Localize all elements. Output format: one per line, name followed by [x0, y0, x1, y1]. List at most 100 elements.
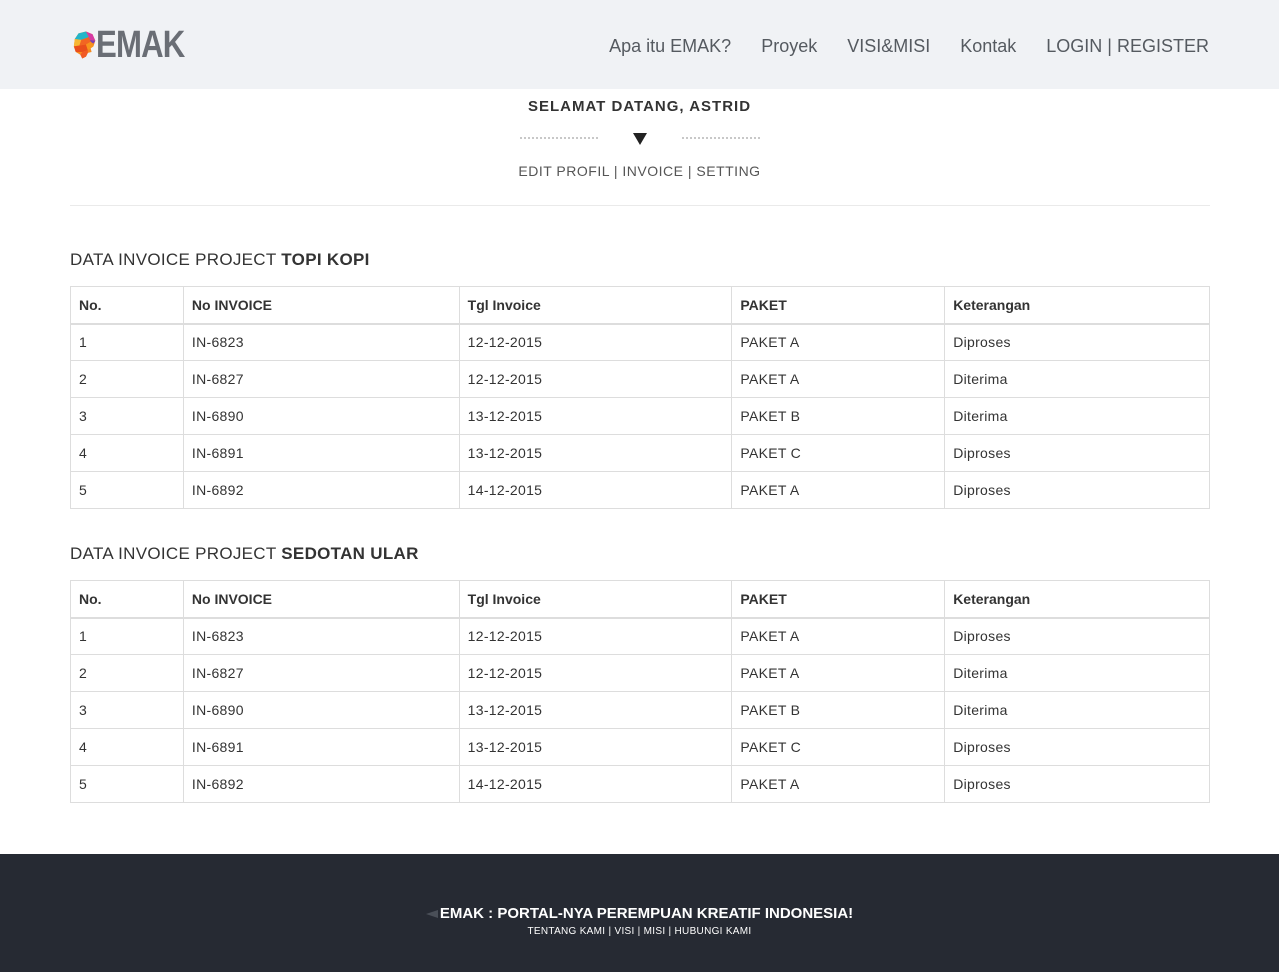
table-row: 4 IN-6891 13-12-2015 PAKET C Diproses [70, 434, 1210, 472]
column-header-tgl-invoice: Tgl Invoice [458, 580, 733, 619]
site-header: EMAK Apa itu EMAK? Proyek VISI&MISI Kont… [0, 0, 1279, 89]
cell-invoice-number: IN-6892 [182, 471, 460, 509]
invoice-table: No. No INVOICE Tgl Invoice PAKET Keteran… [70, 286, 1210, 509]
setting-link[interactable]: SETTING [696, 163, 760, 179]
cell-invoice-number: IN-6827 [182, 360, 460, 398]
cell-no: 5 [70, 471, 184, 509]
footer-link-visi[interactable]: VISI [614, 926, 634, 937]
cell-invoice-date: 13-12-2015 [458, 434, 733, 472]
footer-links: TENTANG KAMI | VISI | MISI | HUBUNGI KAM… [0, 926, 1279, 937]
cell-status: Diterima [944, 691, 1210, 729]
nav-proyek[interactable]: Proyek [761, 36, 817, 57]
column-header-no: No. [70, 580, 184, 619]
nav-visi-misi[interactable]: VISI&MISI [847, 36, 930, 57]
cell-package: PAKET A [731, 471, 946, 509]
footer-link-misi[interactable]: MISI [644, 926, 666, 937]
site-footer: EMAK : PORTAL-NYA PEREMPUAN KREATIF INDO… [0, 854, 1279, 972]
column-header-no: No. [70, 286, 184, 325]
cell-invoice-number: IN-6827 [182, 654, 460, 692]
cell-status: Diproses [944, 765, 1210, 803]
cell-status: Diproses [944, 434, 1210, 472]
column-header-no-invoice: No INVOICE [182, 580, 460, 619]
cell-package: PAKET A [731, 323, 946, 361]
cell-no: 1 [70, 617, 184, 655]
cell-no: 5 [70, 765, 184, 803]
nav-login-register[interactable]: LOGIN | REGISTER [1046, 36, 1209, 57]
footer-separator: | [637, 926, 641, 937]
cell-invoice-date: 13-12-2015 [458, 728, 733, 766]
menu-separator: | [687, 163, 693, 179]
cell-no: 4 [70, 434, 184, 472]
footer-link-hubungi-kami[interactable]: HUBUNGI KAMI [675, 926, 752, 937]
cell-invoice-number: IN-6891 [182, 728, 460, 766]
table-row: 1 IN-6823 12-12-2015 PAKET A Diproses [70, 323, 1210, 361]
table-row: 3 IN-6890 13-12-2015 PAKET B Diterima [70, 691, 1210, 729]
cell-status: Diterima [944, 654, 1210, 692]
cell-status: Diproses [944, 471, 1210, 509]
main-nav: Apa itu EMAK? Proyek VISI&MISI Kontak LO… [609, 36, 1209, 57]
table-row: 3 IN-6890 13-12-2015 PAKET B Diterima [70, 397, 1210, 435]
cell-invoice-number: IN-6823 [182, 323, 460, 361]
footer-title: EMAK : PORTAL-NYA PEREMPUAN KREATIF INDO… [0, 905, 1279, 922]
footer-separator: | [668, 926, 672, 937]
cell-package: PAKET B [731, 691, 946, 729]
footer-title-text: EMAK : PORTAL-NYA PEREMPUAN KREATIF INDO… [439, 905, 854, 922]
cell-package: PAKET A [731, 360, 946, 398]
cell-invoice-date: 12-12-2015 [458, 323, 733, 361]
project-name: SEDOTAN ULAR [281, 544, 419, 563]
woman-head-logo-icon [73, 31, 96, 59]
cell-status: Diterima [944, 360, 1210, 398]
column-header-tgl-invoice: Tgl Invoice [458, 286, 733, 325]
table-row: 2 IN-6827 12-12-2015 PAKET A Diterima [70, 360, 1210, 398]
cell-package: PAKET B [731, 397, 946, 435]
cell-no: 3 [70, 397, 184, 435]
project-title: DATA INVOICE PROJECT SEDOTAN ULAR [70, 544, 419, 564]
cell-invoice-number: IN-6890 [182, 691, 460, 729]
cell-no: 3 [70, 691, 184, 729]
column-header-no-invoice: No INVOICE [182, 286, 460, 325]
column-header-paket: PAKET [731, 580, 946, 619]
cell-status: Diterima [944, 397, 1210, 435]
welcome-heading: SELAMAT DATANG, ASTRID [527, 98, 752, 115]
cell-package: PAKET A [731, 617, 946, 655]
cell-invoice-date: 14-12-2015 [458, 471, 733, 509]
cell-status: Diproses [944, 617, 1210, 655]
nav-kontak[interactable]: Kontak [960, 36, 1016, 57]
project-title-prefix: DATA INVOICE PROJECT [70, 250, 277, 269]
cell-invoice-date: 14-12-2015 [458, 765, 733, 803]
cell-invoice-number: IN-6891 [182, 434, 460, 472]
cell-package: PAKET C [731, 728, 946, 766]
invoice-link[interactable]: INVOICE [622, 163, 683, 179]
table-row: 5 IN-6892 14-12-2015 PAKET A Diproses [70, 471, 1210, 509]
project-title-prefix: DATA INVOICE PROJECT [70, 544, 277, 563]
cell-package: PAKET A [731, 765, 946, 803]
cell-package: PAKET C [731, 434, 946, 472]
cell-status: Diproses [944, 323, 1210, 361]
site-logo[interactable]: EMAK [72, 14, 204, 76]
cell-invoice-date: 13-12-2015 [458, 397, 733, 435]
column-header-paket: PAKET [731, 286, 946, 325]
section-divider [520, 130, 760, 146]
invoice-table: No. No INVOICE Tgl Invoice PAKET Keteran… [70, 580, 1210, 803]
cell-no: 2 [70, 360, 184, 398]
cell-invoice-number: IN-6892 [182, 765, 460, 803]
cell-invoice-date: 12-12-2015 [458, 617, 733, 655]
dotted-line-right [682, 137, 760, 139]
nav-apa-itu-emak[interactable]: Apa itu EMAK? [609, 36, 731, 57]
edit-profil-link[interactable]: EDIT PROFIL [518, 163, 609, 179]
column-header-keterangan: Keterangan [944, 286, 1210, 325]
cell-invoice-date: 12-12-2015 [458, 654, 733, 692]
cell-no: 1 [70, 323, 184, 361]
footer-separator: | [608, 926, 612, 937]
footer-link-tentang-kami[interactable]: TENTANG KAMI [528, 926, 606, 937]
cell-package: PAKET A [731, 654, 946, 692]
table-row: 5 IN-6892 14-12-2015 PAKET A Diproses [70, 765, 1210, 803]
table-row: 1 IN-6823 12-12-2015 PAKET A Diproses [70, 617, 1210, 655]
table-header-row: No. No INVOICE Tgl Invoice PAKET Keteran… [70, 286, 1210, 325]
project-title: DATA INVOICE PROJECT TOPI KOPI [70, 250, 370, 270]
menu-separator: | [613, 163, 619, 179]
triangle-down-icon [633, 133, 647, 145]
paper-plane-icon [425, 910, 438, 919]
cell-invoice-date: 12-12-2015 [458, 360, 733, 398]
cell-no: 4 [70, 728, 184, 766]
